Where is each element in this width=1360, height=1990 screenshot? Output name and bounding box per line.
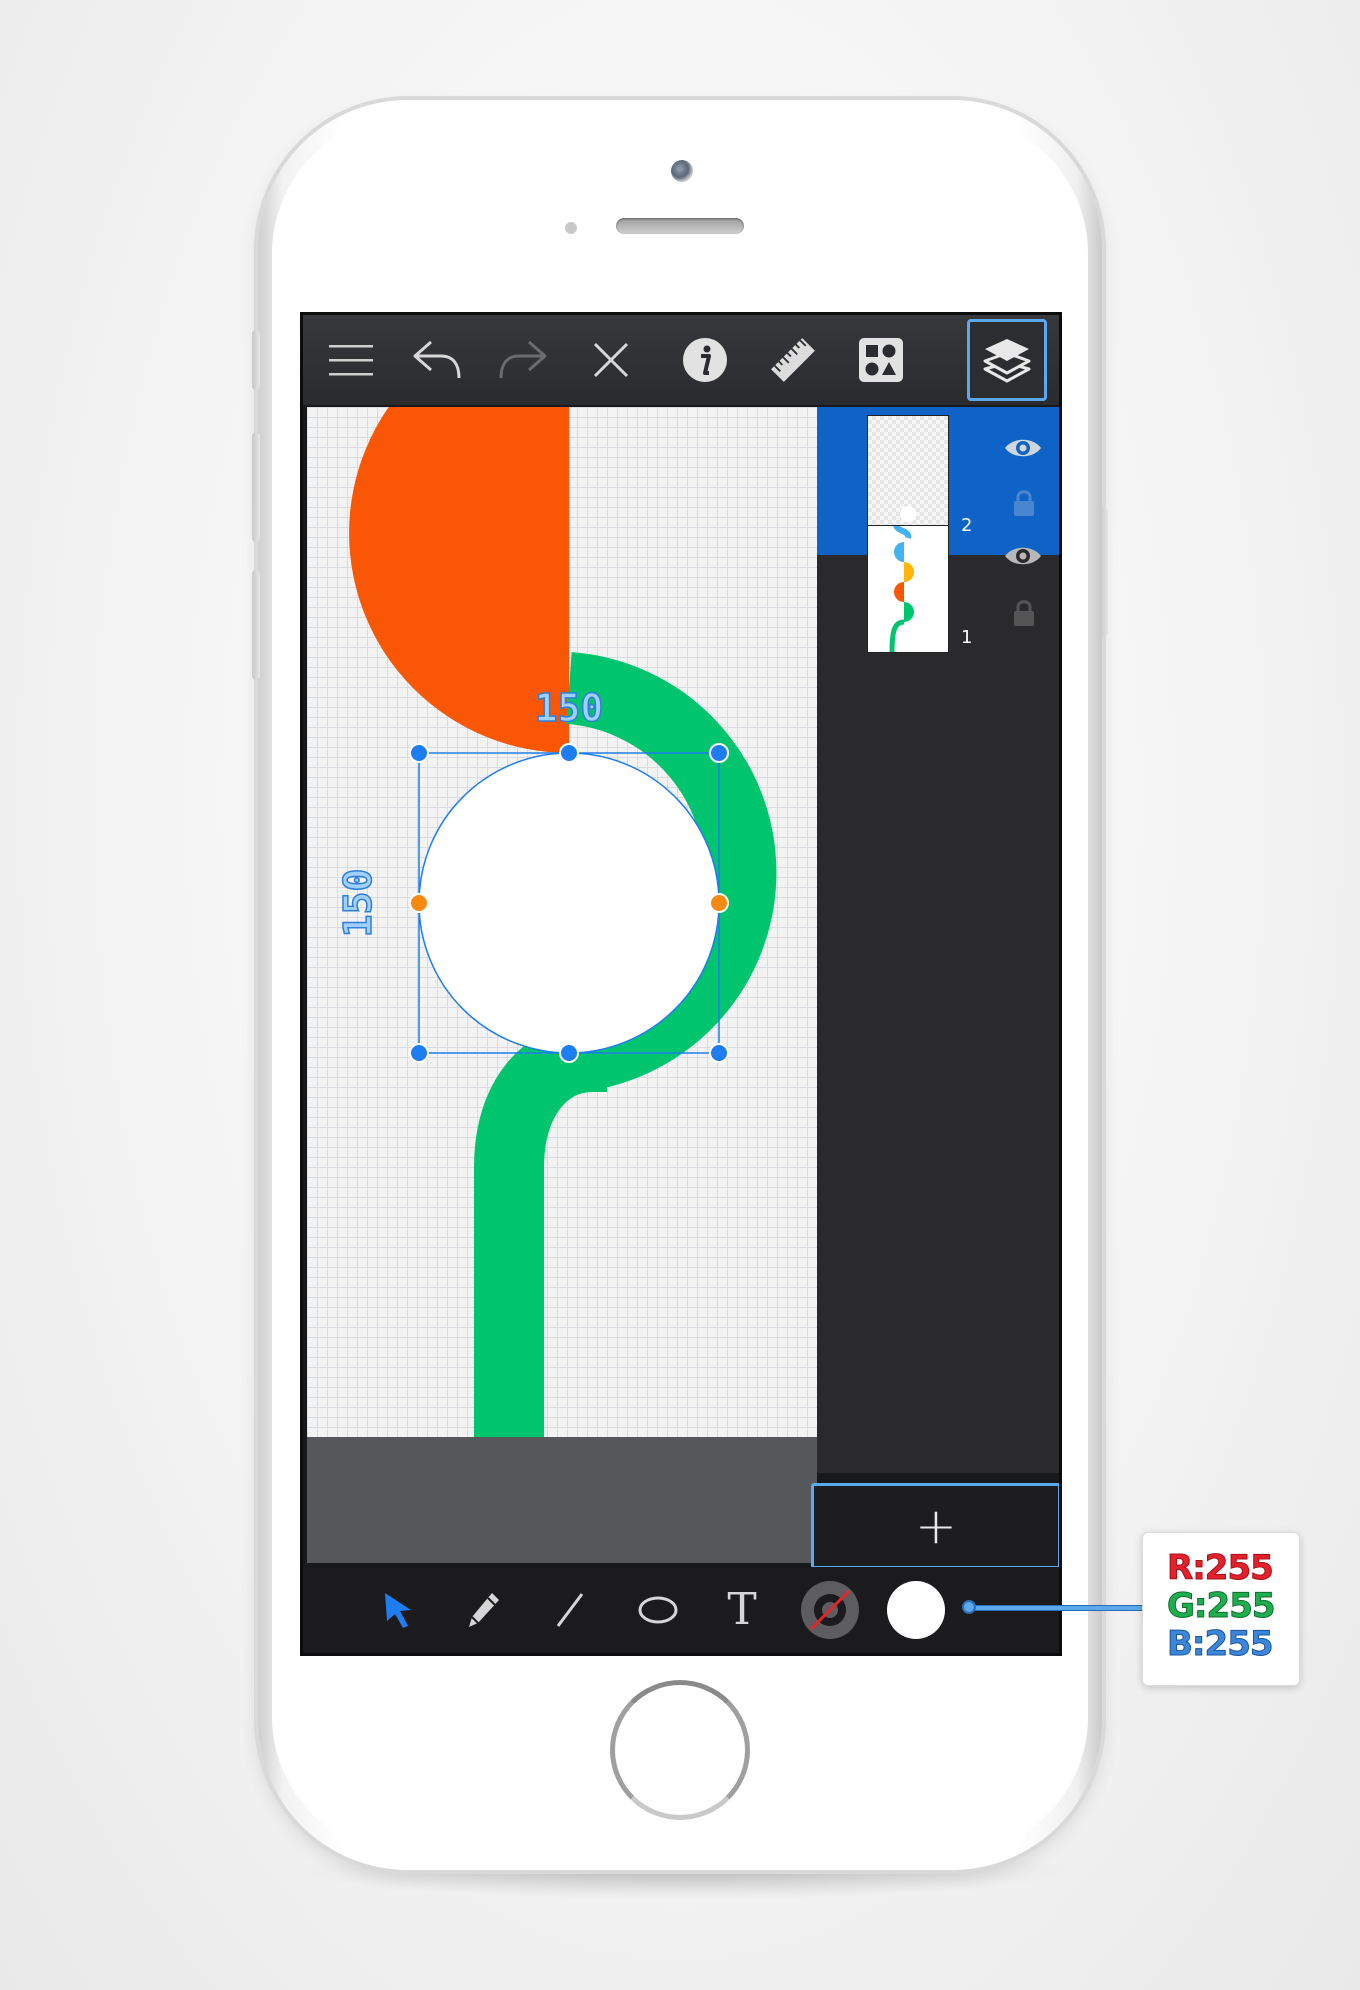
info-button[interactable]	[667, 323, 743, 397]
menu-icon	[329, 345, 373, 376]
library-icon	[859, 338, 903, 382]
callout-connector	[968, 1605, 1148, 1611]
layers-icon	[983, 339, 1031, 383]
green-s-path[interactable]	[474, 1022, 607, 1437]
handle-top-left[interactable]	[409, 743, 429, 763]
stroke-color-button[interactable]	[795, 1577, 865, 1643]
handle-top[interactable]	[559, 743, 579, 763]
fill-color-button[interactable]	[881, 1577, 951, 1643]
close-icon	[593, 342, 629, 378]
undo-button[interactable]	[399, 323, 475, 397]
layers-button[interactable]	[967, 319, 1047, 401]
handle-bottom-right[interactable]	[709, 1043, 729, 1063]
ellipse-icon	[638, 1596, 678, 1624]
green-value-line: G:255	[1167, 1586, 1277, 1626]
add-layer-button[interactable]: +	[811, 1483, 1059, 1569]
select-arrow-icon	[385, 1593, 411, 1628]
eye-icon[interactable]	[1003, 543, 1043, 569]
eye-icon[interactable]	[1003, 435, 1043, 461]
ruler-icon	[771, 338, 815, 382]
drawing-canvas[interactable]: 150 150	[307, 407, 817, 1437]
redo-button[interactable]	[485, 323, 561, 397]
handle-right[interactable]	[709, 893, 729, 913]
callout-anchor-dot	[962, 1600, 976, 1614]
front-camera	[671, 160, 693, 182]
line-icon	[556, 1593, 584, 1627]
power-button	[1100, 508, 1108, 636]
mute-switch	[252, 330, 260, 390]
artwork: 150 150	[335, 407, 777, 1437]
layer-thumbnail	[867, 523, 949, 653]
text-tool-button[interactable]: T	[707, 1577, 777, 1643]
handle-top-right[interactable]	[709, 743, 729, 763]
menu-button[interactable]	[313, 323, 389, 397]
white-circle[interactable]	[418, 752, 720, 1054]
info-icon	[683, 338, 727, 382]
text-icon: T	[727, 1584, 757, 1635]
library-button[interactable]	[843, 323, 919, 397]
pencil-tool-button[interactable]	[449, 1577, 519, 1643]
handle-bottom[interactable]	[559, 1043, 579, 1063]
lock-icon[interactable]	[1013, 489, 1035, 517]
ellipse-tool-button[interactable]	[623, 1577, 693, 1643]
top-toolbar	[303, 315, 1059, 405]
select-tool-button[interactable]	[363, 1577, 433, 1643]
height-dimension-label: 150	[336, 869, 380, 938]
ruler-button[interactable]	[755, 323, 831, 397]
red-value-line: R:255	[1166, 1548, 1274, 1588]
volume-down-button	[252, 570, 260, 680]
undo-icon	[413, 340, 461, 379]
width-dimension-label: 150	[535, 686, 604, 730]
home-button[interactable]	[610, 1680, 750, 1820]
handle-bottom-left[interactable]	[409, 1043, 429, 1063]
volume-up-button	[252, 432, 260, 542]
pencil-icon	[469, 1593, 499, 1627]
handle-left[interactable]	[409, 893, 429, 913]
app-screen: 150 150 2 1 + T	[300, 312, 1062, 1656]
line-tool-button[interactable]	[535, 1577, 605, 1643]
redo-icon	[499, 340, 547, 379]
bottom-toolbar: T	[303, 1567, 1059, 1653]
close-button[interactable]	[573, 323, 649, 397]
fill-color-icon	[887, 1581, 945, 1639]
stroke-color-icon	[801, 1581, 859, 1639]
rgb-value-callout: R:255 G:255 B:255	[1142, 1532, 1300, 1686]
layer-number: 1	[961, 627, 973, 648]
lock-icon[interactable]	[1013, 599, 1035, 627]
earpiece-speaker	[616, 218, 744, 234]
layers-panel: 2 1	[817, 407, 1059, 1473]
blue-value-line: B:255	[1167, 1624, 1275, 1664]
layer-thumbnail	[867, 415, 949, 543]
layer-row-1[interactable]: 1	[817, 523, 1059, 673]
pasteboard-area	[307, 1437, 817, 1563]
proximity-sensor	[565, 222, 577, 234]
